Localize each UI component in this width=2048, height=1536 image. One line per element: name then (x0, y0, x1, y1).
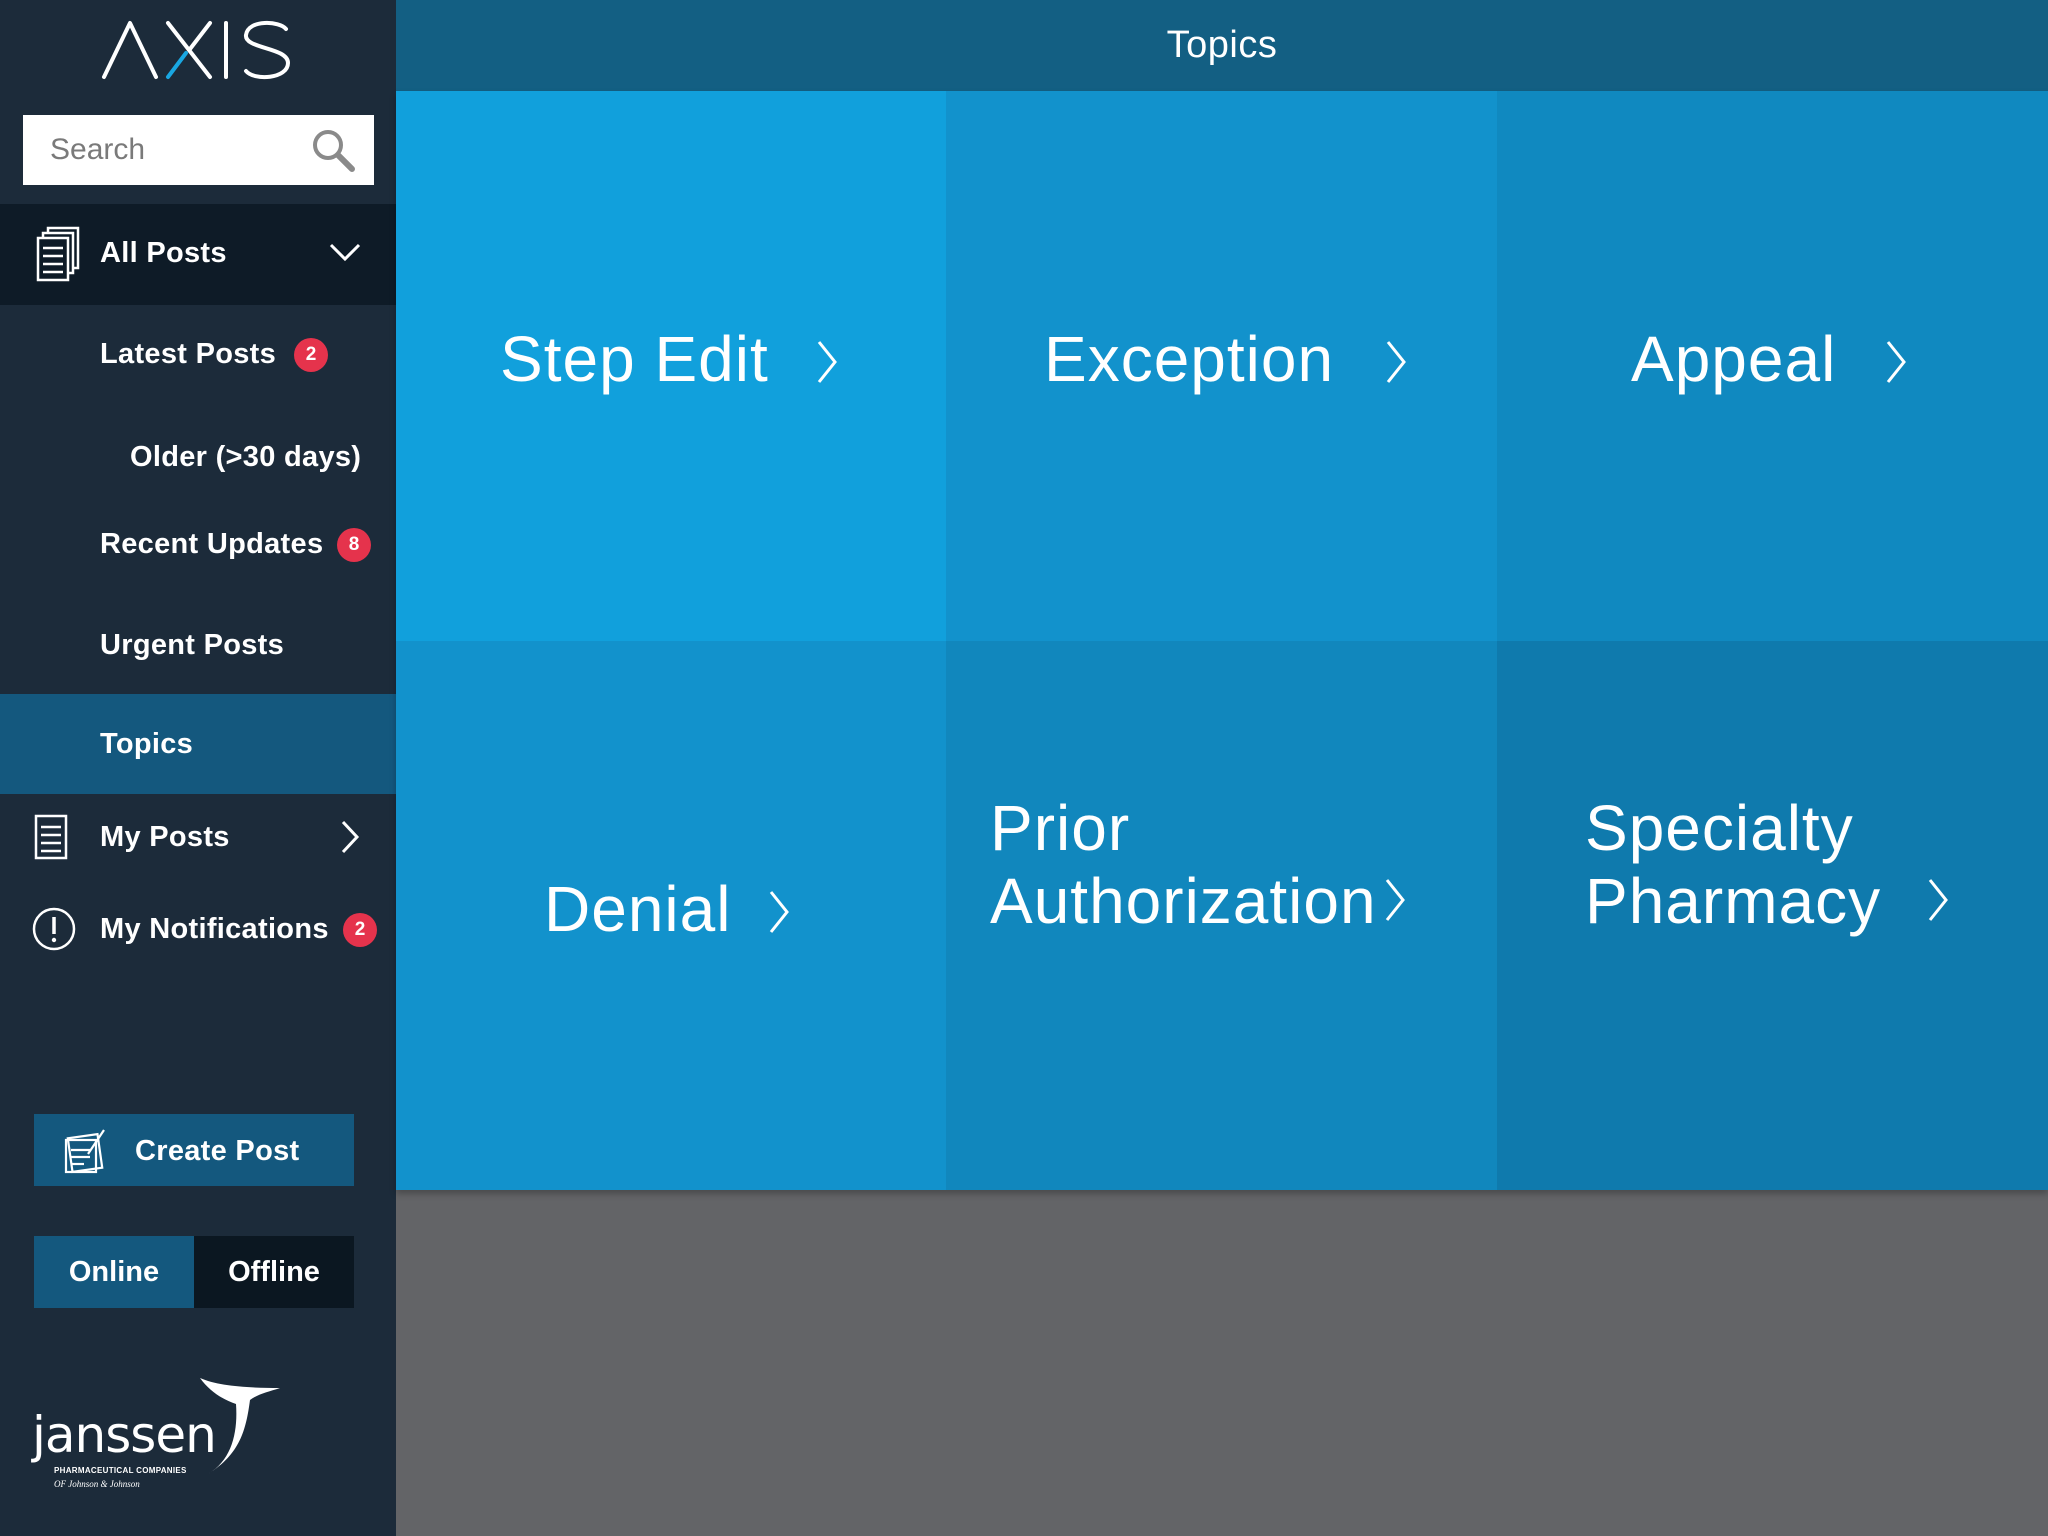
sidebar-item-my-notifications[interactable]: My Notifications 2 (0, 885, 396, 975)
topic-tile-denial[interactable]: Denial (396, 641, 946, 1190)
janssen-tagline-2: OF Johnson & Johnson (54, 1479, 140, 1489)
urgent-posts-label: Urgent Posts (100, 629, 285, 661)
document-icon (34, 814, 68, 860)
create-post-label: Create Post (135, 1135, 300, 1167)
my-notifications-badge: 2 (343, 913, 377, 947)
chevron-right-icon (1928, 879, 1948, 921)
topic-label: Appeal (1631, 323, 1837, 395)
axis-logo-mark (102, 21, 290, 80)
topic-label-line2: Pharmacy (1585, 865, 1882, 937)
topic-label-line2: Authorization (990, 865, 1377, 937)
topic-label: Step Edit (500, 323, 769, 395)
sidebar-item-my-posts[interactable]: My Posts (0, 793, 396, 883)
recent-updates-label: Recent Updates (100, 528, 324, 560)
topic-tile-step-edit[interactable]: Step Edit (396, 91, 946, 641)
sidebar-item-topics[interactable]: Topics (0, 694, 396, 794)
sidebar-item-latest-posts[interactable]: Latest Posts 2 (0, 310, 396, 400)
chevron-right-icon (769, 891, 789, 933)
sidebar-item-urgent-posts[interactable]: Urgent Posts (0, 601, 396, 691)
all-posts-label: All Posts (100, 237, 227, 269)
sidebar-item-older[interactable]: Older (>30 days) (0, 413, 396, 503)
topic-tile-prior-authorization[interactable]: Prior Authorization (946, 641, 1497, 1190)
janssen-logo: janssen PHARMACEUTICAL COMPANIES OF John… (28, 1370, 288, 1500)
chevron-right-icon (1386, 341, 1406, 383)
alert-icon (32, 907, 76, 951)
topic-tile-exception[interactable]: Exception (946, 91, 1497, 641)
chevron-right-icon[interactable] (338, 817, 362, 857)
page-title: Topics (1166, 24, 1278, 66)
sidebar-item-recent-updates[interactable]: Recent Updates 8 (0, 500, 396, 590)
documents-icon (36, 226, 80, 282)
topic-label: Exception (1044, 323, 1335, 395)
search-icon[interactable] (310, 127, 356, 173)
search-input[interactable] (23, 115, 293, 185)
chevron-right-icon (1886, 341, 1906, 383)
chevron-right-icon (817, 341, 837, 383)
my-posts-label: My Posts (100, 821, 230, 853)
topic-label-line1: Prior (990, 792, 1131, 864)
topic-tile-specialty-pharmacy[interactable]: Specialty Pharmacy (1497, 641, 2048, 1190)
create-post-icon (64, 1129, 105, 1174)
top-bar: Topics (396, 0, 2048, 91)
janssen-swoosh-icon (200, 1378, 280, 1474)
online-option[interactable]: Online (34, 1236, 194, 1308)
online-offline-toggle: Online Offline (34, 1236, 354, 1308)
janssen-tagline-1: PHARMACEUTICAL COMPANIES (54, 1466, 187, 1475)
topic-label-line1: Specialty (1585, 792, 1854, 864)
offline-option[interactable]: Offline (194, 1236, 354, 1308)
older-label: Older (>30 days) (130, 441, 362, 473)
create-post-button[interactable]: Create Post (34, 1114, 354, 1186)
topic-label: Denial (544, 873, 732, 945)
recent-updates-badge: 8 (337, 528, 371, 562)
latest-posts-badge: 2 (294, 338, 328, 372)
latest-posts-label: Latest Posts (100, 338, 277, 370)
sidebar: All Posts Latest Posts 2 Older (>30 days… (0, 0, 396, 1536)
axis-logo (0, 10, 396, 90)
topic-tile-appeal[interactable]: Appeal (1497, 91, 2048, 641)
topics-label: Topics (100, 728, 194, 760)
chevron-right-icon (1385, 879, 1405, 921)
search-box (23, 115, 374, 185)
topics-grid: Step Edit Exception Appeal Denial Prior … (396, 91, 2048, 1190)
chevron-down-icon[interactable] (328, 240, 362, 264)
sidebar-item-all-posts[interactable]: All Posts (0, 204, 396, 305)
my-notifications-label: My Notifications (100, 913, 329, 945)
